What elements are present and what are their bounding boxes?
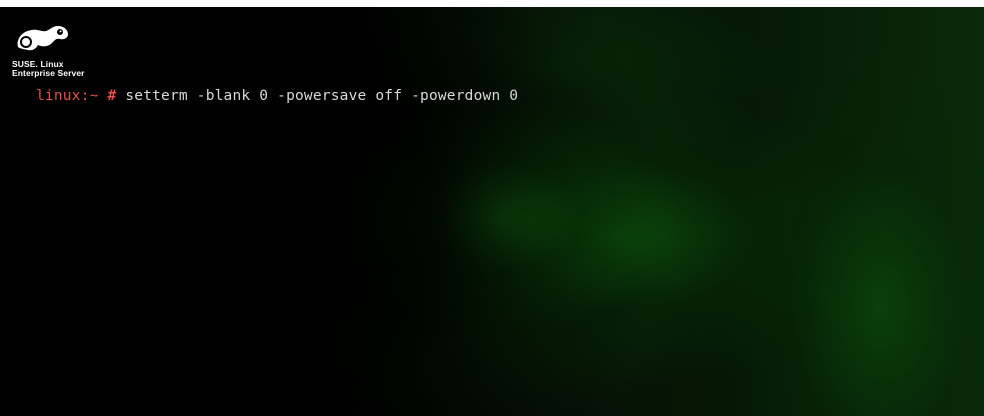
background-shading (0, 7, 984, 416)
command-text: setterm -blank 0 -powersave off -powerdo… (125, 88, 519, 104)
shell-prompt: linux:~ (36, 88, 99, 104)
logo-text-line2: Enterprise Server (12, 68, 85, 78)
window-frame: SUSE. Linux Enterprise Server linux:~ # … (0, 0, 984, 416)
command-line[interactable]: linux:~ # setterm -blank 0 -powersave of… (36, 88, 518, 104)
suse-logo: SUSE. Linux Enterprise Server (12, 17, 122, 78)
console-screen[interactable]: SUSE. Linux Enterprise Server linux:~ # … (0, 7, 984, 416)
root-prompt-symbol: # (107, 88, 117, 104)
suse-chameleon-icon (17, 26, 68, 51)
